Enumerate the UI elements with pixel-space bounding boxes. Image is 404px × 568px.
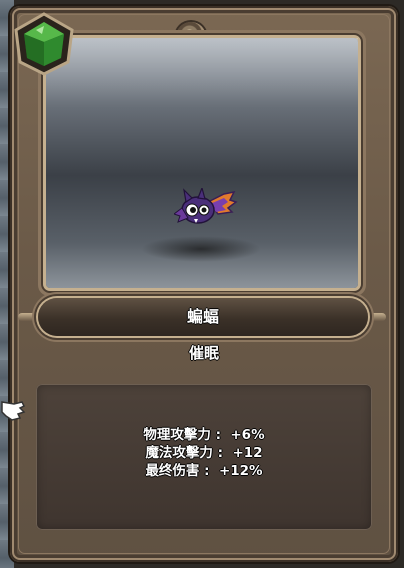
monster-name: 蝙蝠 (186, 307, 219, 326)
hand-pointer-icon (1, 401, 26, 421)
stat-row: 魔法攻擊力 : +12 (145, 445, 263, 461)
stat-label: 最终伤害 (145, 463, 200, 479)
stat-label: 物理攻擊力 (143, 427, 211, 443)
monster-shadow (141, 236, 261, 262)
bat-sprite (174, 188, 238, 224)
stat-label: 魔法攻擊力 (145, 445, 213, 461)
stat-value: +6% (230, 427, 265, 443)
stat-row: 最终伤害 : +12% (145, 463, 263, 479)
stats-list: 物理攻擊力 : +6% 魔法攻擊力 : +12 最终伤害 : +12% (36, 426, 372, 480)
stat-value: +12% (218, 463, 263, 479)
stat-row: 物理攻擊力 : +6% (143, 427, 265, 443)
monster-card-screen: 蝙蝠 催眠 物理攻擊力 : +6% 魔法攻擊力 : +12 最终伤害 : +12… (0, 0, 404, 568)
monster-portrait (46, 38, 358, 288)
green-gem-icon (14, 12, 74, 76)
stat-value: +12 (232, 445, 263, 461)
monster-skill: 催眠 (188, 344, 219, 362)
